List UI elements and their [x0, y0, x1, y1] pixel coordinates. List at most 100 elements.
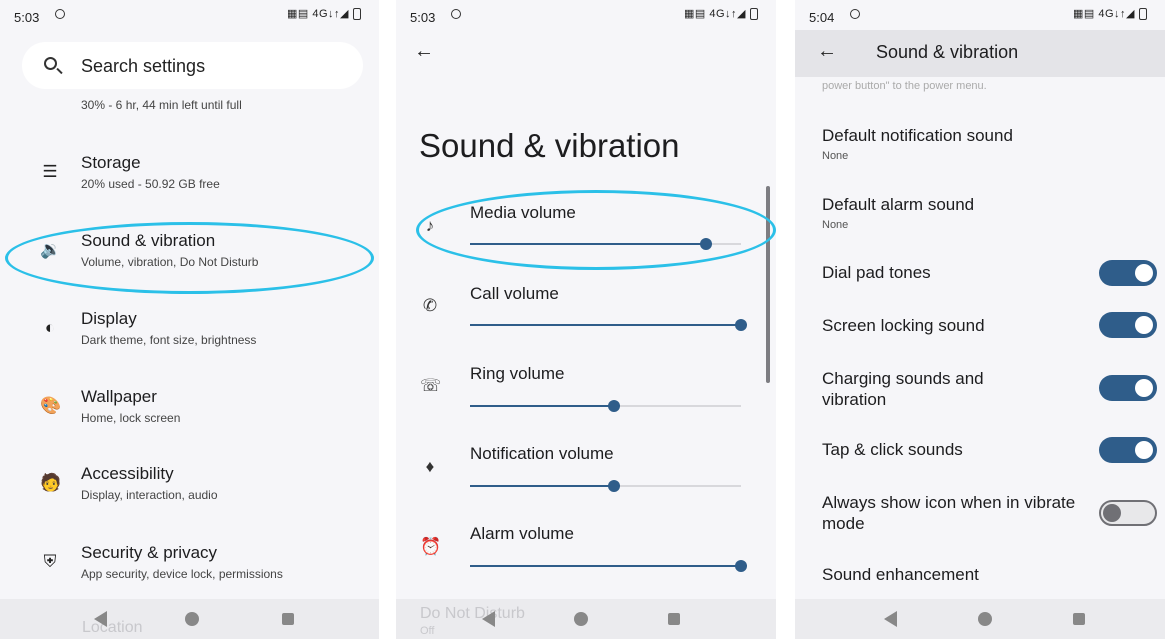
- volume-label: Notification volume: [470, 444, 614, 463]
- slider-knob[interactable]: [735, 319, 747, 331]
- sound-vibration-detail-panel: 5:04 ▦▤ 4G↓↑◢ ← Sound & vibration power …: [795, 0, 1165, 639]
- charging-sounds-toggle[interactable]: [1099, 375, 1157, 401]
- home-nav-icon[interactable]: [185, 612, 199, 626]
- item-subtitle: Display, interaction, audio: [81, 488, 218, 502]
- media-volume-slider[interactable]: [470, 238, 741, 250]
- item-subtitle: Dark theme, font size, brightness: [81, 333, 257, 347]
- recents-nav-icon[interactable]: [1073, 613, 1085, 625]
- home-nav-icon[interactable]: [574, 612, 588, 626]
- item-title: Wallpaper: [81, 387, 157, 406]
- page-title: Sound & vibration: [419, 127, 680, 164]
- item-subtitle: Volume, vibration, Do Not Disturb: [81, 255, 259, 269]
- settings-item-accessibility[interactable]: 🧑 Accessibility Display, interaction, au…: [0, 463, 379, 513]
- navigation-bar: Location: [0, 599, 379, 639]
- bell-icon: ♦: [425, 457, 435, 476]
- notification-volume-slider[interactable]: [470, 480, 741, 492]
- status-time: 5:03: [410, 10, 436, 25]
- item-subtitle: Home, lock screen: [81, 411, 181, 425]
- behind-nav-subtext: Off: [420, 625, 435, 637]
- settings-home-panel: 5:03 ▦▤ 4G↓↑◢ Search settings 30% - 6 hr…: [0, 0, 379, 639]
- volume-label: Media volume: [470, 203, 576, 222]
- slider-fill: [470, 243, 706, 245]
- vibrate-mode-icon-toggle[interactable]: [1099, 500, 1157, 526]
- status-time: 5:04: [809, 10, 835, 25]
- setting-title: Always show icon when in vibrate mode: [822, 493, 1076, 533]
- recents-nav-icon[interactable]: [668, 613, 680, 625]
- volume-label: Alarm volume: [470, 524, 574, 543]
- navigation-bar: [795, 599, 1165, 639]
- item-title: Security & privacy: [81, 543, 218, 562]
- battery-icon: [1139, 8, 1147, 21]
- sound-vibration-panel: 5:03 ▦▤ 4G↓↑◢ ← Sound & vibration ♪ Medi…: [396, 0, 776, 639]
- behind-nav-text: Do Not Disturb: [420, 605, 525, 622]
- setting-subtitle: None: [822, 150, 849, 162]
- status-bar: 5:04 ▦▤ 4G↓↑◢: [795, 0, 1165, 30]
- slider-fill: [470, 565, 741, 567]
- storage-icon: ☰: [42, 162, 58, 181]
- network-icons: ▦▤ 4G↓↑◢: [684, 8, 746, 20]
- slider-knob[interactable]: [607, 480, 620, 492]
- scrollbar[interactable]: [766, 186, 770, 383]
- alarm-volume-slider[interactable]: [470, 560, 747, 572]
- setting-title: Screen locking sound: [822, 316, 985, 335]
- battery-subtitle: 30% - 6 hr, 44 min left until full: [81, 98, 242, 112]
- slider-fill: [470, 485, 614, 487]
- display-icon: ◐: [44, 318, 56, 337]
- battery-icon: [750, 8, 758, 21]
- tap-click-sounds-toggle[interactable]: [1099, 437, 1157, 463]
- signal-icons: ▦▤ 4G↓↑◢: [684, 7, 758, 21]
- settings-item-wallpaper[interactable]: 🎨 Wallpaper Home, lock screen: [0, 386, 379, 436]
- settings-item-sound-vibration[interactable]: 🔉 Sound & vibration Volume, vibration, D…: [0, 230, 379, 280]
- search-label: Search settings: [81, 56, 206, 76]
- setting-title: Sound enhancement: [822, 565, 979, 584]
- call-volume-slider[interactable]: [470, 319, 747, 331]
- accessibility-icon: 🧑: [40, 473, 62, 492]
- back-nav-icon[interactable]: [884, 611, 897, 627]
- alarm-status-icon: [55, 9, 65, 19]
- search-settings-bar[interactable]: Search settings: [22, 42, 363, 89]
- slider-knob[interactable]: [735, 560, 747, 572]
- phone-icon: ✆: [422, 296, 438, 315]
- network-icons: ▦▤ 4G↓↑◢: [287, 8, 349, 20]
- slider-knob[interactable]: [607, 400, 620, 412]
- item-title: Storage: [81, 153, 141, 172]
- item-title: Accessibility: [81, 464, 174, 483]
- item-title: Sound & vibration: [81, 231, 216, 250]
- cut-off-text: power button" to the power menu.: [822, 80, 987, 92]
- search-icon: [44, 57, 57, 70]
- settings-item-storage[interactable]: ☰ Storage 20% used - 50.92 GB free: [0, 152, 379, 202]
- back-nav-icon[interactable]: [482, 611, 495, 627]
- highlight-circle: [416, 190, 776, 270]
- setting-subtitle: None: [822, 219, 849, 231]
- alarm-status-icon: [850, 9, 860, 19]
- alarm-clock-icon: ⏰: [420, 537, 442, 556]
- slider-knob[interactable]: [699, 238, 712, 250]
- status-bar: 5:03 ▦▤ 4G↓↑◢: [396, 0, 776, 30]
- signal-icons: ▦▤ 4G↓↑◢: [1073, 7, 1147, 21]
- app-bar-title: Sound & vibration: [876, 42, 1019, 62]
- back-arrow-icon[interactable]: ←: [414, 40, 434, 63]
- home-nav-icon[interactable]: [978, 612, 992, 626]
- setting-title: Charging sounds and vibration: [822, 369, 984, 409]
- setting-title: Default alarm sound: [822, 195, 975, 214]
- screen-locking-sound-toggle[interactable]: [1099, 312, 1157, 338]
- shield-icon: ⛨: [43, 552, 57, 571]
- battery-icon: [353, 8, 361, 21]
- back-nav-icon[interactable]: [94, 611, 107, 627]
- settings-item-display[interactable]: ◐ Display Dark theme, font size, brightn…: [0, 308, 379, 358]
- music-note-icon: ♪: [425, 216, 435, 235]
- item-subtitle: App security, device lock, permissions: [81, 567, 283, 581]
- back-arrow-icon[interactable]: ←: [817, 40, 837, 63]
- settings-item-security-privacy[interactable]: ⛨ Security & privacy App security, devic…: [0, 542, 379, 592]
- network-icons: ▦▤ 4G↓↑◢: [1073, 8, 1135, 20]
- volume-label: Ring volume: [470, 364, 565, 383]
- ring-icon: ☏: [420, 376, 442, 395]
- signal-icons: ▦▤ 4G↓↑◢: [287, 7, 361, 21]
- slider-fill: [470, 405, 614, 407]
- status-bar: 5:03 ▦▤ 4G↓↑◢: [0, 0, 379, 30]
- setting-title: Tap & click sounds: [822, 440, 963, 459]
- dial-pad-tones-toggle[interactable]: [1099, 260, 1157, 286]
- ring-volume-slider[interactable]: [470, 400, 741, 412]
- recents-nav-icon[interactable]: [282, 613, 294, 625]
- behind-nav-text: Location: [82, 619, 143, 636]
